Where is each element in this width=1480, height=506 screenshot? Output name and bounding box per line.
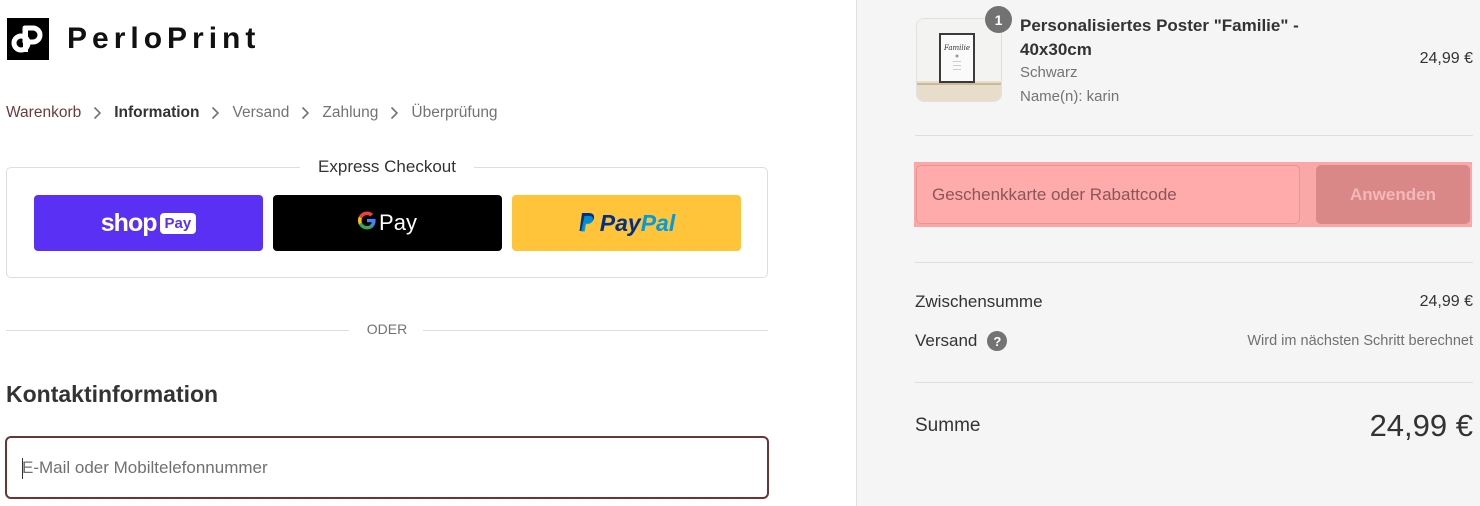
email-or-phone-input[interactable] bbox=[7, 438, 767, 497]
shipping-row: Versand ? Wird im nächsten Schritt berec… bbox=[915, 331, 1473, 351]
contact-section-title: Kontaktinformation bbox=[6, 381, 219, 407]
or-divider: ODER bbox=[6, 320, 768, 340]
shipping-label: Versand bbox=[915, 331, 978, 350]
brand-name: PerloPrint bbox=[67, 22, 261, 55]
breadcrumb-review: Überprüfung bbox=[411, 104, 498, 121]
product-name: Personalisiertes Poster "Familie" - 40x3… bbox=[1020, 16, 1299, 59]
google-g-icon bbox=[358, 210, 376, 236]
paypal-text-pal: Pal bbox=[640, 209, 676, 236]
text-cursor bbox=[22, 458, 23, 479]
shipping-value: Wird im nächsten Schritt berechnet bbox=[1247, 333, 1473, 349]
breadcrumb-shipping: Versand bbox=[232, 104, 290, 121]
question-icon[interactable]: ? bbox=[987, 331, 1008, 351]
shop-pay-button[interactable]: shop Pay bbox=[34, 195, 263, 251]
product-thumbnail: Familie bbox=[916, 18, 1002, 102]
breadcrumb-cart[interactable]: Warenkorb bbox=[6, 104, 81, 122]
apply-discount-button[interactable]: Anwenden bbox=[1316, 165, 1470, 224]
divider-line bbox=[6, 330, 349, 331]
order-summary: Familie 1 Personalisiertes Poster "Famil… bbox=[856, 0, 1480, 506]
total-label: Summe bbox=[915, 415, 981, 436]
shipping-label-group: Versand ? bbox=[915, 331, 1008, 351]
cart-line-item: Familie 1 Personalisiertes Poster "Famil… bbox=[915, 6, 1473, 112]
chevron-right-icon bbox=[211, 106, 220, 120]
paypal-p-icon bbox=[578, 212, 596, 234]
summary-divider bbox=[915, 135, 1473, 136]
chevron-right-icon bbox=[390, 106, 399, 120]
thumbnail-text: Familie bbox=[943, 44, 970, 52]
google-pay-text: Pay bbox=[379, 210, 417, 235]
perloprint-logo-icon bbox=[7, 18, 49, 60]
google-pay-button[interactable]: Pay bbox=[273, 195, 502, 251]
paypal-text-pay: Pay bbox=[599, 209, 641, 236]
breadcrumb-payment: Zahlung bbox=[322, 104, 379, 121]
discount-code-section: Anwenden bbox=[914, 162, 1472, 227]
paypal-button[interactable]: Pay Pal bbox=[512, 195, 741, 251]
product-variant: Schwarz bbox=[1020, 64, 1078, 81]
total-row: Summe 24,99 € bbox=[915, 408, 1473, 444]
product-price: 24,99 € bbox=[1419, 50, 1473, 67]
summary-divider bbox=[915, 262, 1473, 263]
discount-code-input[interactable] bbox=[917, 166, 1299, 223]
email-field-wrapper bbox=[5, 436, 769, 499]
express-checkout-title: Express Checkout bbox=[300, 157, 474, 177]
subtotal-value: 24,99 € bbox=[1419, 293, 1473, 310]
total-value: 24,99 € bbox=[1369, 408, 1473, 443]
product-option: Name(n): karin bbox=[1020, 88, 1120, 105]
breadcrumb-information: Information bbox=[114, 104, 200, 121]
checkout-main: PerloPrint Warenkorb Information Versand… bbox=[0, 0, 856, 506]
or-text: ODER bbox=[366, 321, 408, 337]
breadcrumb: Warenkorb Information Versand Zahlung Üb… bbox=[6, 104, 498, 122]
shop-pay-logo-text: shop bbox=[100, 208, 158, 237]
chevron-right-icon bbox=[301, 106, 310, 120]
summary-divider bbox=[915, 382, 1473, 383]
chevron-right-icon bbox=[93, 106, 102, 120]
discount-input-wrapper bbox=[916, 165, 1300, 224]
quantity-badge: 1 bbox=[985, 6, 1012, 33]
divider-line bbox=[423, 330, 768, 331]
store-logo[interactable]: PerloPrint bbox=[7, 18, 260, 60]
subtotal-row: Zwischensumme 24,99 € bbox=[915, 292, 1473, 312]
subtotal-label: Zwischensumme bbox=[915, 292, 1043, 311]
express-checkout: Express Checkout shop Pay Pay Pay Pal bbox=[6, 157, 768, 278]
shop-pay-badge: Pay bbox=[159, 212, 197, 234]
